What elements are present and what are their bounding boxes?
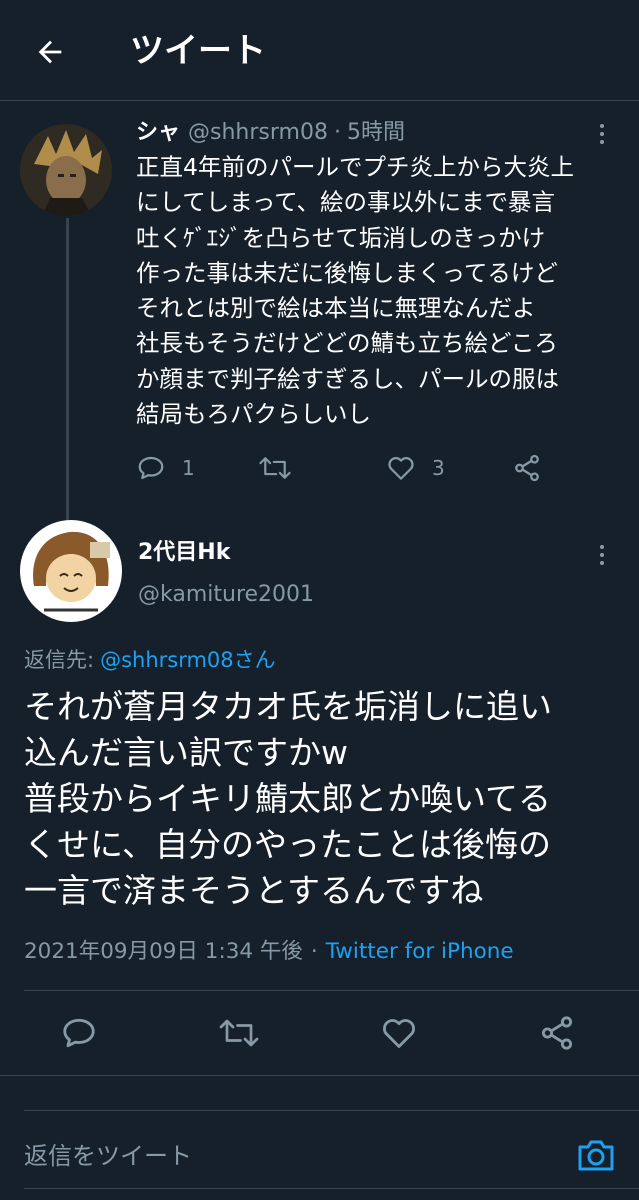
more-icon <box>600 545 604 549</box>
thread-connector <box>66 218 69 520</box>
replying-to: 返信先: @shhrsrm08さん <box>24 645 276 675</box>
like-action[interactable]: 3 <box>386 448 445 488</box>
text-line: 社長もそうだけどどの鯖も立ち絵どころ <box>136 329 558 358</box>
user-handle[interactable]: @shhrsrm08 <box>188 120 328 145</box>
mention-link[interactable]: @shhrsrm08さん <box>100 648 276 672</box>
avatar-image <box>20 124 112 216</box>
like-icon <box>383 1019 415 1048</box>
composer-top-divider <box>24 1110 639 1111</box>
reply-action[interactable]: 1 <box>136 448 195 488</box>
tweet-text: それが蒼月タカオ氏を垢消しに追い 込んだ言い訳ですかw 普段からイキリ鯖太郎とか… <box>24 684 624 914</box>
text-line: にしてしまって、絵の事以外にまで暴言 <box>136 188 556 217</box>
share-icon <box>515 454 539 482</box>
like-count: 3 <box>432 456 445 480</box>
like-icon <box>388 457 414 480</box>
more-icon <box>600 124 604 128</box>
text-line: それとは別で絵は本当に無理なんだよ <box>136 294 536 323</box>
separator: · <box>310 939 318 964</box>
reply-tweet-header: シャ @shhrsrm08 · 5時間 <box>136 118 405 148</box>
avatar[interactable] <box>20 520 122 622</box>
tweet-text: 正直4年前のパールでプチ炎上から大炎上 にしてしまって、絵の事以外にまで暴言 吐… <box>136 150 616 432</box>
camera-button[interactable] <box>576 1135 616 1175</box>
reply-icon <box>63 1018 95 1048</box>
avatar[interactable] <box>20 124 112 216</box>
avatar-image <box>20 520 122 622</box>
display-name[interactable]: シャ <box>136 120 180 145</box>
text-line: 普段からイキリ鯖太郎とか喚いてる <box>24 779 552 818</box>
text-line: それが蒼月タカオ氏を垢消しに追い <box>24 687 552 726</box>
like-action[interactable] <box>380 1013 418 1053</box>
text-line: 吐くｹﾞｴｼﾞを凸らせて垢消しのきっかけ <box>136 223 546 252</box>
reply-count: 1 <box>182 456 195 480</box>
share-icon <box>541 1016 573 1050</box>
replying-label: 返信先: <box>24 648 95 672</box>
divider <box>24 990 639 991</box>
divider <box>0 1075 639 1076</box>
tweet-source[interactable]: Twitter for iPhone <box>326 939 514 964</box>
text-line: くせに、自分のやったことは後悔の <box>24 825 552 864</box>
reply-icon <box>138 456 164 480</box>
user-handle[interactable]: @kamiture2001 <box>138 580 314 610</box>
share-action[interactable] <box>538 1013 576 1053</box>
text-line: 正直4年前のパールでプチ炎上から大炎上 <box>136 153 574 181</box>
more-button[interactable] <box>592 540 612 570</box>
retweet-action[interactable] <box>218 1013 260 1053</box>
tweet-meta: 2021年09月09日 1:34 午後 · Twitter for iPhone <box>24 936 514 968</box>
back-arrow-icon <box>38 40 62 64</box>
tweet-timestamp[interactable]: 2021年09月09日 1:34 午後 <box>24 939 303 964</box>
retweet-icon <box>219 1019 259 1047</box>
tweet-time[interactable]: 5時間 <box>347 120 405 145</box>
text-line: 作った事は未だに後悔しまくってるけど <box>136 258 558 287</box>
display-name[interactable]: 2代目Hk <box>138 538 230 568</box>
separator: · <box>333 120 341 145</box>
reply-action[interactable] <box>60 1013 98 1053</box>
share-action[interactable] <box>512 448 542 488</box>
camera-icon <box>578 1140 614 1171</box>
page-title: ツイート <box>130 31 266 71</box>
text-line: 一言で済まそうとするんですね <box>24 871 484 910</box>
text-line: 込んだ言い訳ですかw <box>24 733 348 772</box>
retweet-action[interactable] <box>258 448 292 488</box>
composer-bottom-divider <box>24 1188 639 1189</box>
reply-input[interactable]: 返信をツイート <box>24 1138 192 1174</box>
header-divider <box>0 100 639 101</box>
text-line: 結局もろパクらしいし <box>136 400 371 429</box>
back-button[interactable] <box>28 30 72 74</box>
top-bar <box>0 0 639 100</box>
text-line: か顔まで判子絵すぎるし、パールの服は <box>136 364 559 393</box>
retweet-icon <box>259 457 291 479</box>
more-button[interactable] <box>592 119 612 149</box>
